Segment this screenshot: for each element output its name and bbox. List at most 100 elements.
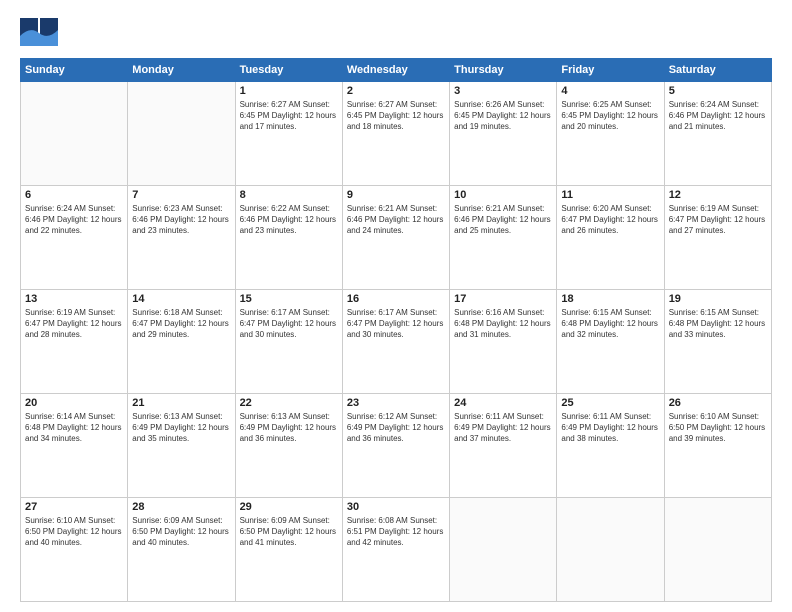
day-info: Sunrise: 6:13 AM Sunset: 6:49 PM Dayligh… bbox=[132, 411, 230, 445]
calendar-cell: 20 Sunrise: 6:14 AM Sunset: 6:48 PM Dayli… bbox=[21, 394, 128, 498]
calendar-cell: 21 Sunrise: 6:13 AM Sunset: 6:49 PM Dayli… bbox=[128, 394, 235, 498]
day-number: 10 bbox=[454, 189, 552, 201]
calendar-week-row: 13Sunrise: 6:19 AM Sunset: 6:47 PM Dayli… bbox=[21, 290, 772, 394]
day-info: Sunrise: 6:25 AM Sunset: 6:45 PM Dayligh… bbox=[561, 99, 659, 133]
day-number: 21 bbox=[132, 397, 230, 409]
weekday-header-tuesday: Tuesday bbox=[235, 59, 342, 82]
calendar-cell: 6 Sunrise: 6:24 AM Sunset: 6:46 PM Daylig… bbox=[21, 186, 128, 290]
day-info: Sunrise: 6:08 AM Sunset: 6:51 PM Dayligh… bbox=[347, 515, 445, 549]
calendar-cell: 4 Sunrise: 6:25 AM Sunset: 6:45 PM Daylig… bbox=[557, 82, 664, 186]
day-number: 19 bbox=[669, 293, 767, 305]
day-number: 3 bbox=[454, 85, 552, 97]
calendar-cell: 14 Sunrise: 6:18 AM Sunset: 6:47 PM Dayli… bbox=[128, 290, 235, 394]
day-number: 27 bbox=[25, 501, 123, 513]
day-info: Sunrise: 6:13 AM Sunset: 6:49 PM Dayligh… bbox=[240, 411, 338, 445]
calendar-cell: 24 Sunrise: 6:11 AM Sunset: 6:49 PM Dayli… bbox=[450, 394, 557, 498]
calendar-cell: 7 Sunrise: 6:23 AM Sunset: 6:46 PM Daylig… bbox=[128, 186, 235, 290]
day-number: 4 bbox=[561, 85, 659, 97]
day-info: Sunrise: 6:23 AM Sunset: 6:46 PM Dayligh… bbox=[132, 203, 230, 237]
day-info: Sunrise: 6:09 AM Sunset: 6:50 PM Dayligh… bbox=[132, 515, 230, 549]
day-number: 26 bbox=[669, 397, 767, 409]
calendar-cell: 19 Sunrise: 6:15 AM Sunset: 6:48 PM Dayli… bbox=[664, 290, 771, 394]
calendar-cell: 29Sunrise: 6:09 AM Sunset: 6:50 PM Dayli… bbox=[235, 498, 342, 602]
day-number: 16 bbox=[347, 293, 445, 305]
calendar-cell bbox=[664, 498, 771, 602]
day-info: Sunrise: 6:11 AM Sunset: 6:49 PM Dayligh… bbox=[561, 411, 659, 445]
day-number: 12 bbox=[669, 189, 767, 201]
day-number: 23 bbox=[347, 397, 445, 409]
day-info: Sunrise: 6:11 AM Sunset: 6:49 PM Dayligh… bbox=[454, 411, 552, 445]
day-number: 14 bbox=[132, 293, 230, 305]
day-info: Sunrise: 6:14 AM Sunset: 6:48 PM Dayligh… bbox=[25, 411, 123, 445]
day-number: 15 bbox=[240, 293, 338, 305]
day-info: Sunrise: 6:26 AM Sunset: 6:45 PM Dayligh… bbox=[454, 99, 552, 133]
calendar-cell: 12 Sunrise: 6:19 AM Sunset: 6:47 PM Dayli… bbox=[664, 186, 771, 290]
calendar-week-row: 20 Sunrise: 6:14 AM Sunset: 6:48 PM Dayli… bbox=[21, 394, 772, 498]
day-number: 17 bbox=[454, 293, 552, 305]
calendar-cell: 18 Sunrise: 6:15 AM Sunset: 6:48 PM Dayli… bbox=[557, 290, 664, 394]
day-number: 20 bbox=[25, 397, 123, 409]
day-info: Sunrise: 6:22 AM Sunset: 6:46 PM Dayligh… bbox=[240, 203, 338, 237]
day-number: 7 bbox=[132, 189, 230, 201]
day-info: Sunrise: 6:10 AM Sunset: 6:50 PM Dayligh… bbox=[25, 515, 123, 549]
day-number: 28 bbox=[132, 501, 230, 513]
day-info: Sunrise: 6:09 AM Sunset: 6:50 PM Dayligh… bbox=[240, 515, 338, 549]
day-info: Sunrise: 6:27 AM Sunset: 6:45 PM Dayligh… bbox=[347, 99, 445, 133]
day-number: 6 bbox=[25, 189, 123, 201]
calendar-cell: 27 Sunrise: 6:10 AM Sunset: 6:50 PM Dayli… bbox=[21, 498, 128, 602]
day-info: Sunrise: 6:19 AM Sunset: 6:47 PM Dayligh… bbox=[669, 203, 767, 237]
day-number: 5 bbox=[669, 85, 767, 97]
day-info: Sunrise: 6:17 AM Sunset: 6:47 PM Dayligh… bbox=[240, 307, 338, 341]
day-number: 8 bbox=[240, 189, 338, 201]
day-info: Sunrise: 6:24 AM Sunset: 6:46 PM Dayligh… bbox=[669, 99, 767, 133]
day-number: 2 bbox=[347, 85, 445, 97]
day-info: Sunrise: 6:12 AM Sunset: 6:49 PM Dayligh… bbox=[347, 411, 445, 445]
day-info: Sunrise: 6:27 AM Sunset: 6:45 PM Dayligh… bbox=[240, 99, 338, 133]
calendar-cell: 8 Sunrise: 6:22 AM Sunset: 6:46 PM Daylig… bbox=[235, 186, 342, 290]
calendar-cell: 17 Sunrise: 6:16 AM Sunset: 6:48 PM Dayli… bbox=[450, 290, 557, 394]
calendar-cell: 9Sunrise: 6:21 AM Sunset: 6:46 PM Daylig… bbox=[342, 186, 449, 290]
day-number: 25 bbox=[561, 397, 659, 409]
day-info: Sunrise: 6:18 AM Sunset: 6:47 PM Dayligh… bbox=[132, 307, 230, 341]
calendar-table: SundayMondayTuesdayWednesdayThursdayFrid… bbox=[20, 58, 772, 602]
weekday-header-row: SundayMondayTuesdayWednesdayThursdayFrid… bbox=[21, 59, 772, 82]
calendar-cell: 3 Sunrise: 6:26 AM Sunset: 6:45 PM Daylig… bbox=[450, 82, 557, 186]
calendar-cell: 13Sunrise: 6:19 AM Sunset: 6:47 PM Dayli… bbox=[21, 290, 128, 394]
day-number: 11 bbox=[561, 189, 659, 201]
day-number: 13 bbox=[25, 293, 123, 305]
calendar-cell: 30Sunrise: 6:08 AM Sunset: 6:51 PM Dayli… bbox=[342, 498, 449, 602]
day-info: Sunrise: 6:16 AM Sunset: 6:48 PM Dayligh… bbox=[454, 307, 552, 341]
calendar-cell: 15 Sunrise: 6:17 AM Sunset: 6:47 PM Dayli… bbox=[235, 290, 342, 394]
day-number: 24 bbox=[454, 397, 552, 409]
day-info: Sunrise: 6:21 AM Sunset: 6:46 PM Dayligh… bbox=[454, 203, 552, 237]
calendar-cell bbox=[557, 498, 664, 602]
calendar-cell: 1 Sunrise: 6:27 AM Sunset: 6:45 PM Daylig… bbox=[235, 82, 342, 186]
calendar-cell: 11Sunrise: 6:20 AM Sunset: 6:47 PM Dayli… bbox=[557, 186, 664, 290]
day-info: Sunrise: 6:17 AM Sunset: 6:47 PM Dayligh… bbox=[347, 307, 445, 341]
day-number: 22 bbox=[240, 397, 338, 409]
logo bbox=[20, 18, 62, 48]
header bbox=[20, 18, 772, 48]
calendar-cell: 25 Sunrise: 6:11 AM Sunset: 6:49 PM Dayli… bbox=[557, 394, 664, 498]
weekday-header-wednesday: Wednesday bbox=[342, 59, 449, 82]
calendar-cell: 28 Sunrise: 6:09 AM Sunset: 6:50 PM Dayli… bbox=[128, 498, 235, 602]
weekday-header-thursday: Thursday bbox=[450, 59, 557, 82]
calendar-cell bbox=[21, 82, 128, 186]
day-number: 18 bbox=[561, 293, 659, 305]
day-info: Sunrise: 6:15 AM Sunset: 6:48 PM Dayligh… bbox=[561, 307, 659, 341]
weekday-header-friday: Friday bbox=[557, 59, 664, 82]
calendar-cell: 5 Sunrise: 6:24 AM Sunset: 6:46 PM Daylig… bbox=[664, 82, 771, 186]
day-info: Sunrise: 6:24 AM Sunset: 6:46 PM Dayligh… bbox=[25, 203, 123, 237]
weekday-header-sunday: Sunday bbox=[21, 59, 128, 82]
day-number: 1 bbox=[240, 85, 338, 97]
day-info: Sunrise: 6:15 AM Sunset: 6:48 PM Dayligh… bbox=[669, 307, 767, 341]
weekday-header-saturday: Saturday bbox=[664, 59, 771, 82]
page: SundayMondayTuesdayWednesdayThursdayFrid… bbox=[0, 0, 792, 612]
calendar-week-row: 27 Sunrise: 6:10 AM Sunset: 6:50 PM Dayli… bbox=[21, 498, 772, 602]
calendar-cell bbox=[128, 82, 235, 186]
calendar-cell: 2 Sunrise: 6:27 AM Sunset: 6:45 PM Daylig… bbox=[342, 82, 449, 186]
weekday-header-monday: Monday bbox=[128, 59, 235, 82]
logo-icon bbox=[20, 18, 58, 48]
calendar-week-row: 6 Sunrise: 6:24 AM Sunset: 6:46 PM Daylig… bbox=[21, 186, 772, 290]
day-info: Sunrise: 6:10 AM Sunset: 6:50 PM Dayligh… bbox=[669, 411, 767, 445]
